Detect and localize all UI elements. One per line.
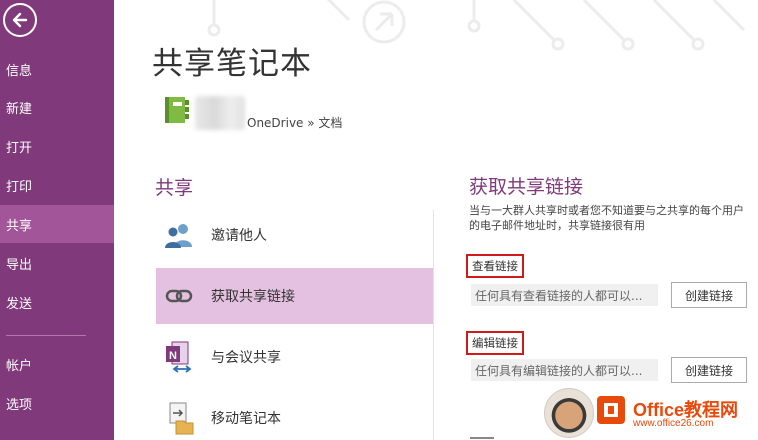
link-icon (161, 278, 197, 314)
notebook-icon (165, 97, 189, 123)
watermark-avatar (544, 388, 594, 438)
blurred-account-name (195, 96, 245, 130)
sidebar-item-info[interactable]: 信息 (0, 50, 114, 88)
sidebar-item-options[interactable]: 选项 (0, 384, 114, 422)
back-button[interactable] (3, 3, 37, 37)
sidebar-item-label: 打开 (6, 140, 33, 156)
edit-link-field[interactable]: 任何具有编辑链接的人都可以... (471, 359, 658, 381)
view-link-label: 查看链接 (466, 254, 524, 278)
create-view-link-button[interactable]: 创建链接 (671, 282, 747, 308)
sidebar-item-export[interactable]: 导出 (0, 244, 114, 282)
sidebar-item-label: 共享 (6, 218, 33, 234)
share-section-heading: 共享 (155, 177, 194, 199)
sidebar-item-label: 发送 (6, 296, 33, 312)
office-logo-icon (597, 396, 625, 424)
option-label: 邀请他人 (211, 228, 267, 244)
sidebar-item-send[interactable]: 发送 (0, 283, 114, 321)
option-share-with-meeting[interactable]: N 与会议共享 (156, 329, 433, 385)
sidebar-item-print[interactable]: 打印 (0, 166, 114, 204)
sidebar-divider (6, 335, 86, 336)
onenote-meeting-icon: N (161, 339, 197, 375)
sidebar-item-share[interactable]: 共享 (0, 205, 114, 243)
create-edit-link-button[interactable]: 创建链接 (671, 357, 747, 383)
sidebar-item-label: 新建 (6, 101, 33, 117)
option-label: 获取共享链接 (211, 289, 295, 305)
sidebar-item-new[interactable]: 新建 (0, 88, 114, 126)
watermark-url: www.office26.com (633, 418, 714, 429)
option-label: 与会议共享 (211, 350, 281, 366)
sidebar-item-label: 选项 (6, 397, 33, 413)
sharing-link-heading: 获取共享链接 (469, 176, 584, 198)
option-invite-people[interactable]: 邀请他人 (156, 207, 433, 263)
cut-off-text (470, 432, 500, 440)
sidebar-item-label: 打印 (6, 179, 33, 195)
page-title: 共享笔记本 (152, 46, 312, 82)
sidebar-item-label: 导出 (6, 257, 33, 273)
sidebar-item-label: 帐户 (6, 358, 33, 374)
notebook-location: OneDrive » 文档 (247, 116, 343, 130)
option-get-sharing-link[interactable]: 获取共享链接 (156, 268, 433, 324)
svg-text:N: N (169, 350, 177, 362)
sharing-link-description: 当与一大群人共享时或者您不知道要与之共享的每个用户的电子邮件地址时，共享链接很有… (469, 204, 744, 232)
sidebar-item-label: 信息 (6, 63, 33, 79)
people-icon (161, 217, 197, 253)
panel-separator (433, 210, 434, 440)
option-move-notebook[interactable]: 移动笔记本 (156, 390, 433, 440)
arrow-left-icon (12, 12, 28, 28)
backstage-sidebar: 信息 新建 打开 打印 共享 导出 发送 帐户 选项 (0, 0, 114, 440)
view-link-field[interactable]: 任何具有查看链接的人都可以... (471, 284, 658, 306)
sidebar-item-open[interactable]: 打开 (0, 127, 114, 165)
edit-link-label: 编辑链接 (466, 331, 524, 355)
sidebar-item-account[interactable]: 帐户 (0, 345, 114, 383)
move-notebook-icon (161, 400, 197, 436)
option-label: 移动笔记本 (211, 411, 281, 427)
